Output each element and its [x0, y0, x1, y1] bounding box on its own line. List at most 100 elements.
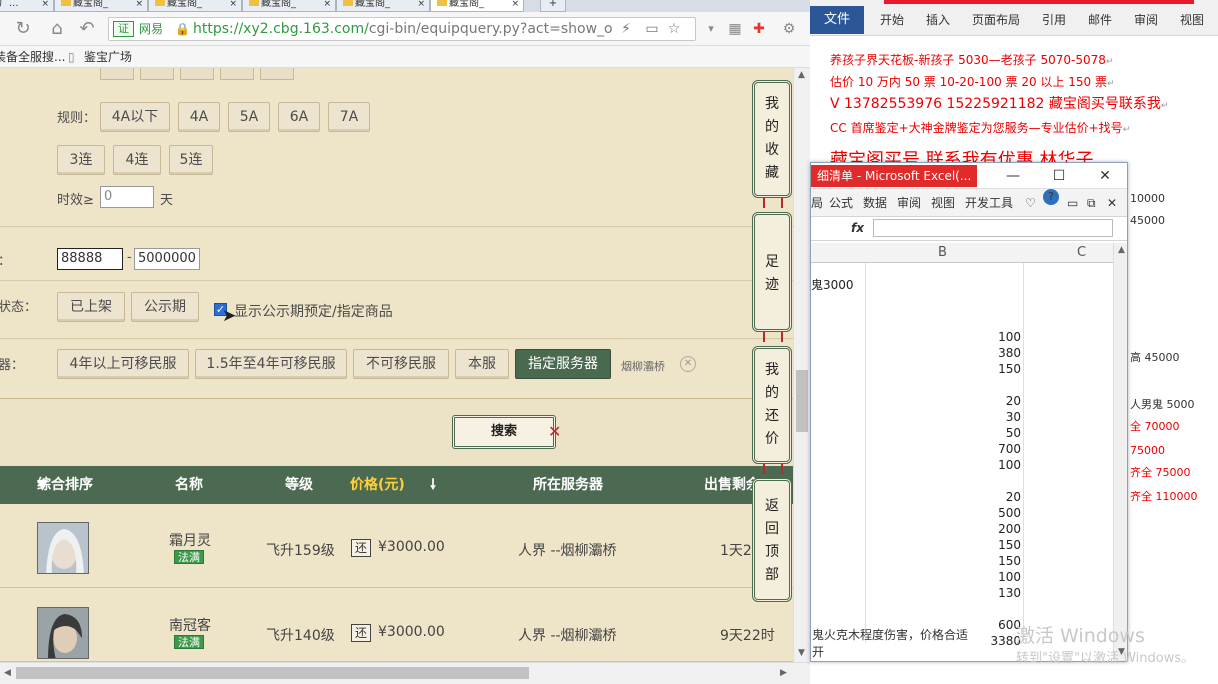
- cell-value[interactable]: 30: [865, 409, 1021, 425]
- dropdown-icon[interactable]: ▾: [700, 18, 722, 40]
- browser-tab[interactable]: 藏宝阁_ ×: [54, 0, 148, 12]
- server-filter-button[interactable]: 不可移民服: [353, 349, 449, 379]
- excel-tab[interactable]: 局: [811, 189, 823, 217]
- cell-value[interactable]: 20: [865, 393, 1021, 409]
- url-text[interactable]: https://xy2.cbg.163.com/cgi-bin/equipque…: [193, 20, 613, 38]
- filter-button[interactable]: [260, 68, 294, 80]
- cell-value[interactable]: 700: [865, 441, 1021, 457]
- close-tab-icon[interactable]: ×: [323, 0, 331, 9]
- cast-icon[interactable]: ▭: [643, 20, 661, 38]
- ribbon-restore-icon[interactable]: ⧉: [1087, 189, 1096, 217]
- cell-value[interactable]: 380: [865, 345, 1021, 361]
- excel-tab[interactable]: 审阅: [897, 189, 921, 217]
- clear-server-icon[interactable]: ✕: [680, 356, 696, 372]
- scroll-right-icon[interactable]: ▶: [780, 668, 787, 678]
- vertical-scrollbar[interactable]: ▲ ▼: [793, 68, 810, 662]
- cell-value[interactable]: 150: [865, 361, 1021, 377]
- avatar[interactable]: [37, 607, 89, 659]
- my-haggles-button[interactable]: 我的还价: [752, 346, 792, 464]
- scroll-down-icon[interactable]: ▼: [798, 648, 805, 658]
- price-sort-down-icon[interactable]: 🠗: [430, 466, 436, 504]
- maximize-icon[interactable]: ☐: [1041, 163, 1077, 189]
- cell[interactable]: 鬼3000: [811, 277, 854, 293]
- status-public-button[interactable]: 公示期: [131, 292, 199, 322]
- help-icon[interactable]: ?: [1043, 189, 1059, 205]
- game-icon[interactable]: ✚: [748, 18, 770, 40]
- close-icon[interactable]: ✕: [1087, 163, 1123, 189]
- column-header-c[interactable]: C: [1077, 243, 1086, 263]
- rule-button[interactable]: 4A: [178, 102, 220, 132]
- search-button[interactable]: 搜索: [452, 415, 556, 449]
- horizontal-scroll-thumb[interactable]: [16, 667, 529, 679]
- word-tab-home[interactable]: 开始: [880, 6, 904, 34]
- chain-button[interactable]: 5连: [169, 145, 213, 175]
- word-tab-layout[interactable]: 页面布局: [972, 6, 1020, 34]
- back-icon[interactable]: ↶: [76, 18, 98, 40]
- word-tab-view[interactable]: 视图: [1180, 6, 1204, 34]
- ribbon-minimize-icon[interactable]: ▭: [1067, 189, 1078, 217]
- ribbon-options-icon[interactable]: ♡: [1025, 189, 1036, 217]
- server-filter-button[interactable]: 1.5年至4年可移民服: [195, 349, 347, 379]
- new-tab-button[interactable]: +: [540, 0, 566, 12]
- lightning-icon[interactable]: ⚡: [617, 20, 635, 38]
- settings-icon[interactable]: ⚙: [778, 18, 800, 40]
- footprint-button[interactable]: 足迹: [752, 212, 792, 332]
- item-name[interactable]: 南冠客: [169, 615, 211, 635]
- filter-button[interactable]: [140, 68, 174, 80]
- cell-value[interactable]: 150: [865, 537, 1021, 553]
- address-bar[interactable]: 证 网易 🔒 https://xy2.cbg.163.com/cgi-bin/e…: [108, 17, 696, 41]
- back-to-top-button[interactable]: 返回顶部: [752, 478, 792, 602]
- rule-button[interactable]: 5A: [228, 102, 270, 132]
- star-icon[interactable]: ☆: [665, 20, 683, 38]
- column-header-b[interactable]: B: [938, 243, 947, 263]
- excel-window[interactable]: 细清单 - Microsoft Excel(... — ☐ ✕ 局 公式 数据 …: [810, 162, 1128, 662]
- specify-server-button[interactable]: 指定服务器: [515, 349, 611, 379]
- close-tab-icon[interactable]: ×: [135, 0, 143, 9]
- formula-input[interactable]: [873, 219, 1113, 237]
- excel-tab[interactable]: 公式: [829, 189, 853, 217]
- vertical-scroll-thumb[interactable]: [796, 370, 808, 432]
- cell-value[interactable]: 50: [865, 425, 1021, 441]
- filter-button[interactable]: [180, 68, 214, 80]
- my-favorites-button[interactable]: 我的收藏: [752, 80, 792, 198]
- close-tab-icon[interactable]: ×: [511, 0, 519, 9]
- filter-button[interactable]: [100, 68, 134, 80]
- word-tab-file[interactable]: 文件: [810, 6, 864, 34]
- excel-tab[interactable]: 数据: [863, 189, 887, 217]
- table-row[interactable]: 南冠客 法满 飞升140级 还 ¥3000.00 人界 --烟柳灞桥 9天22时: [0, 589, 793, 662]
- word-tab-references[interactable]: 引用: [1042, 6, 1066, 34]
- bookmark-item[interactable]: 鉴宝广场: [84, 46, 132, 68]
- scroll-up-icon[interactable]: ▲: [798, 70, 805, 80]
- server-filter-button[interactable]: 本服: [455, 349, 509, 379]
- cell-value[interactable]: 20: [865, 489, 1021, 505]
- excel-title-bar[interactable]: 细清单 - Microsoft Excel(... — ☐ ✕: [811, 163, 1127, 189]
- cell-value[interactable]: 100: [865, 329, 1021, 345]
- rule-button[interactable]: 4A以下: [100, 102, 170, 132]
- status-listed-button[interactable]: 已上架: [57, 292, 125, 322]
- filter-button[interactable]: [220, 68, 254, 80]
- cell-value[interactable]: 100: [865, 457, 1021, 473]
- browser-tab[interactable]: 鉴宝广...×: [0, 0, 54, 12]
- browser-tab[interactable]: 藏宝阁_ ×: [148, 0, 242, 12]
- cell-value[interactable]: 200: [865, 521, 1021, 537]
- close-tab-icon[interactable]: ×: [41, 0, 49, 9]
- avatar[interactable]: [37, 522, 89, 574]
- browser-tab[interactable]: 藏宝阁_ ×: [336, 0, 430, 12]
- validity-input[interactable]: 0: [100, 186, 154, 208]
- cell-value[interactable]: 150: [865, 553, 1021, 569]
- excel-tab[interactable]: 视图: [931, 189, 955, 217]
- chain-button[interactable]: 4连: [113, 145, 161, 175]
- excel-tab[interactable]: 开发工具: [965, 189, 1013, 217]
- rule-button[interactable]: 6A: [278, 102, 320, 132]
- home-icon[interactable]: ⌂: [46, 18, 68, 40]
- word-tab-insert[interactable]: 插入: [926, 6, 950, 34]
- sheet-grid[interactable]: 鬼3000 100 380 150 20 30 50 700 100 20 500 200 150 15…: [811, 263, 1113, 648]
- haggle-icon[interactable]: 还: [351, 624, 371, 642]
- ribbon-close-icon[interactable]: ✕: [1107, 189, 1117, 217]
- browser-tab[interactable]: 藏宝阁_ ×: [242, 0, 336, 12]
- close-tab-icon[interactable]: ×: [229, 0, 237, 9]
- price-min-input[interactable]: 88888: [57, 248, 123, 270]
- close-tab-icon[interactable]: ×: [417, 0, 425, 9]
- table-row[interactable]: 霜月灵 法满 飞升159级 还 ¥3000.00 人界 --烟柳灞桥 1天2: [0, 504, 793, 588]
- browser-tab-active[interactable]: 藏宝阁_ ×: [430, 0, 524, 12]
